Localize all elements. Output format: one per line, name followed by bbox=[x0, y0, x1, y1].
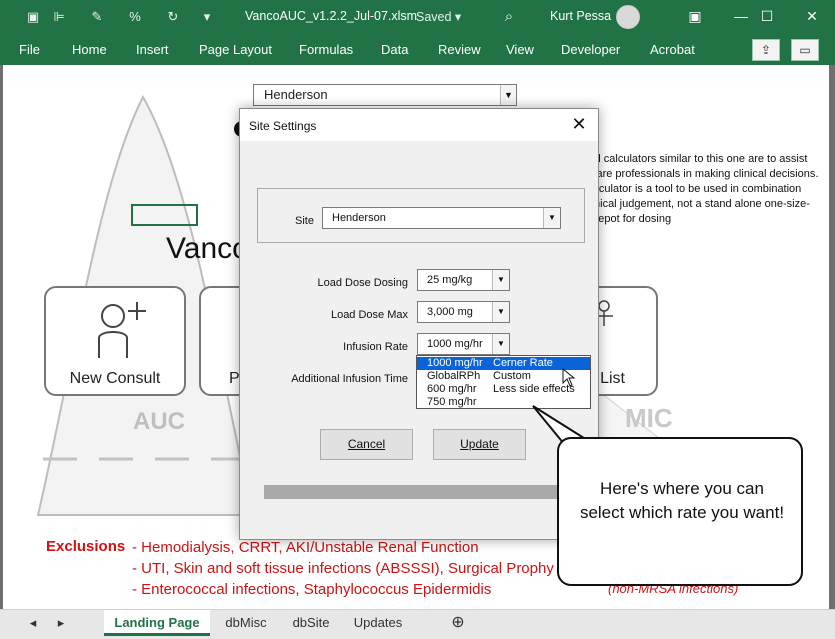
new-consult-button[interactable]: New Consult bbox=[44, 286, 186, 396]
window-edge bbox=[829, 65, 835, 609]
site-settings-dialog: Site Settings ✕ Site Henderson ▼ Load Do… bbox=[239, 108, 599, 540]
scroll-left-icon[interactable]: ◂ bbox=[24, 610, 42, 636]
search-icon[interactable]: ⌕ bbox=[500, 9, 518, 25]
menu-file[interactable]: File bbox=[19, 42, 40, 57]
cancel-label: Cancel bbox=[347, 437, 386, 451]
title-bar: ▣ ⊫ ✎ % ↻ ▾ VancoAUC_v1.2.2_Jul-07.xlsm … bbox=[0, 0, 835, 34]
exclusions-title: Exclusions bbox=[46, 538, 126, 555]
scroll-right-icon[interactable]: ▸ bbox=[52, 610, 70, 636]
chevron-down-icon[interactable]: ▼ bbox=[500, 85, 516, 105]
chevron-down-icon[interactable]: ▼ bbox=[492, 302, 509, 322]
new-consult-label: New Consult bbox=[69, 370, 161, 387]
chevron-down-icon[interactable]: ▼ bbox=[543, 208, 560, 228]
load-dose-max-label: Load Dose Max bbox=[330, 309, 408, 321]
menu-formulas[interactable]: Formulas bbox=[299, 42, 353, 57]
infusion-rate-combo[interactable]: 1000 mg/hr ▼ bbox=[417, 333, 510, 355]
close-icon[interactable]: ✕ bbox=[568, 113, 590, 135]
spelling-icon[interactable]: ✎ bbox=[88, 9, 106, 25]
avatar[interactable] bbox=[616, 5, 640, 29]
close-icon[interactable]: ✕ bbox=[789, 0, 835, 32]
menu-developer[interactable]: Developer bbox=[561, 42, 620, 57]
customize-icon[interactable]: ▾ bbox=[198, 9, 216, 25]
site-dropdown[interactable]: Henderson ▼ bbox=[253, 84, 517, 106]
redo-icon[interactable]: ↻ bbox=[164, 9, 182, 25]
menu-home[interactable]: Home bbox=[72, 42, 107, 57]
additional-infusion-time-label: Additional Infusion Time bbox=[291, 373, 408, 385]
selected-cell[interactable] bbox=[131, 204, 198, 226]
save-icon[interactable]: ▣ bbox=[24, 9, 42, 25]
load-dose-dosing-value: 25 mg/kg bbox=[427, 274, 473, 286]
add-sheet-icon[interactable]: ⊕ bbox=[447, 610, 469, 636]
maximize-icon[interactable]: ☐ bbox=[744, 0, 790, 32]
site-dropdown-value: Henderson bbox=[264, 87, 328, 102]
site-group-box: Site Henderson ▼ bbox=[257, 188, 585, 243]
update-label: Update bbox=[460, 437, 499, 451]
progress-bar bbox=[264, 485, 586, 499]
tab-dbmisc[interactable]: dbMisc bbox=[212, 610, 280, 636]
site-label: Site bbox=[295, 215, 314, 227]
menu-acrobat[interactable]: Acrobat bbox=[650, 42, 695, 57]
auc-label: AUC bbox=[133, 408, 185, 435]
tab-dbsite[interactable]: dbSite bbox=[281, 610, 341, 636]
menu-page-layout[interactable]: Page Layout bbox=[199, 42, 272, 57]
dialog-title-bar[interactable]: Site Settings ✕ bbox=[240, 109, 598, 141]
callout-text: Here's where you can select which rate y… bbox=[579, 479, 785, 522]
load-dose-dosing-label: Load Dose Dosing bbox=[317, 277, 408, 289]
chevron-down-icon[interactable]: ▼ bbox=[492, 334, 509, 354]
dialog-title: Site Settings bbox=[249, 119, 317, 133]
disclaimer-text: *Clinical calculators similar to this on… bbox=[561, 153, 819, 225]
menu-bar: File Home Insert Page Layout Formulas Da… bbox=[0, 34, 835, 65]
menu-insert[interactable]: Insert bbox=[136, 42, 169, 57]
sheet-tab-bar: ◂ ▸ Landing Page dbMisc dbSite Updates ⊕ bbox=[0, 609, 835, 639]
cancel-button[interactable]: Cancel bbox=[320, 429, 413, 460]
user-name: Kurt Pessa bbox=[550, 9, 612, 23]
site-combo[interactable]: Henderson ▼ bbox=[322, 207, 561, 229]
update-button[interactable]: Update bbox=[433, 429, 526, 460]
infusion-rate-label: Infusion Rate bbox=[343, 341, 408, 353]
menu-view[interactable]: View bbox=[506, 42, 534, 57]
tab-landing-page[interactable]: Landing Page bbox=[104, 610, 210, 636]
annotation-callout: Here's where you can select which rate y… bbox=[557, 437, 803, 586]
chevron-down-icon[interactable]: ▼ bbox=[492, 270, 509, 290]
menu-data[interactable]: Data bbox=[381, 42, 408, 57]
site-combo-value: Henderson bbox=[332, 212, 386, 224]
document-title: VancoAUC_v1.2.2_Jul-07.xlsm bbox=[245, 9, 418, 23]
format-painter-icon[interactable]: ⊫ bbox=[50, 9, 68, 25]
menu-review[interactable]: Review bbox=[438, 42, 481, 57]
exclusion-item: - Hemodialysis, CRRT, AKI/Unstable Renal… bbox=[132, 539, 479, 556]
load-dose-max-combo[interactable]: 3,000 mg ▼ bbox=[417, 301, 510, 323]
mouse-cursor-icon bbox=[562, 368, 576, 387]
tab-updates[interactable]: Updates bbox=[343, 610, 413, 636]
load-dose-dosing-combo[interactable]: 25 mg/kg ▼ bbox=[417, 269, 510, 291]
infusion-rate-value: 1000 mg/hr bbox=[427, 338, 483, 350]
exclusion-item: - Enterococcal infections, Staphylococcu… bbox=[132, 581, 492, 598]
mic-label: MIC bbox=[625, 403, 673, 433]
paint-icon[interactable]: % bbox=[126, 9, 144, 25]
page-title: Vanco bbox=[166, 232, 249, 265]
comments-icon[interactable]: ▭ bbox=[791, 39, 819, 61]
share-icon[interactable]: ⇪ bbox=[752, 39, 780, 61]
save-status[interactable]: Saved ▾ bbox=[416, 9, 461, 24]
load-dose-max-value: 3,000 mg bbox=[427, 306, 473, 318]
ribbon-display-icon[interactable]: ▣ bbox=[672, 0, 718, 32]
add-user-icon bbox=[98, 302, 146, 358]
exclusion-item: - UTI, Skin and soft tissue infections (… bbox=[132, 560, 554, 577]
